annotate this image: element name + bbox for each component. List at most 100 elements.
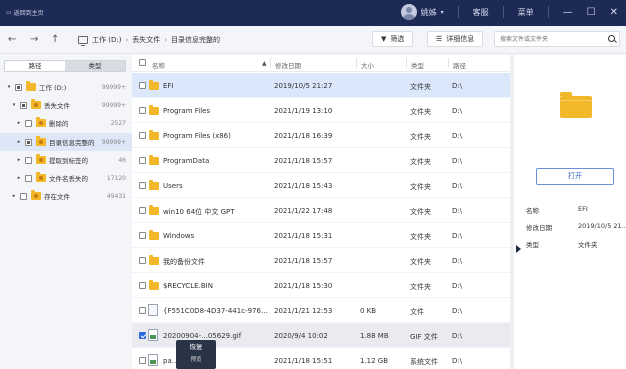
search-input[interactable] xyxy=(500,32,604,46)
tree-checkbox[interactable] xyxy=(20,101,27,109)
search-icon[interactable] xyxy=(608,35,615,42)
close-button[interactable]: ✕ xyxy=(610,7,618,18)
table-row[interactable]: Program Files (x86) 2021/1/18 16:39 文件夹 D:\ xyxy=(132,123,510,148)
table-row[interactable]: $RECYCLE.BIN 2021/1/18 15:30 文件夹 D:\ xyxy=(132,273,510,298)
expand-right-icon[interactable]: ▸ xyxy=(11,193,17,199)
tree-item[interactable]: ▸ 存在文件 49431 xyxy=(0,187,132,205)
column-path-header[interactable]: 路径 xyxy=(453,60,466,70)
maximize-button[interactable]: ☐ xyxy=(587,7,596,18)
up-arrow-icon[interactable]: ↑ xyxy=(51,34,59,45)
tree-item[interactable]: ▸ 提取到标签的 46 xyxy=(0,151,132,169)
file-date: 2019/10/5 21:27 xyxy=(274,82,333,90)
row-checkbox[interactable] xyxy=(139,157,146,164)
tree-checkbox[interactable] xyxy=(20,192,27,200)
user-account[interactable]: 姚姊 ▾ xyxy=(400,4,444,20)
tree-item[interactable]: ▾ 工作 (D:) 99999+ xyxy=(0,78,132,96)
row-checkbox[interactable] xyxy=(139,107,146,114)
tree-checkbox[interactable] xyxy=(15,83,22,91)
select-all-checkbox[interactable] xyxy=(139,59,146,66)
file-type: 文件夹 xyxy=(410,158,431,166)
menu-button[interactable]: 菜单 xyxy=(518,7,534,18)
row-checkbox[interactable] xyxy=(139,307,146,314)
customer-service-button[interactable]: 客服 xyxy=(473,7,489,18)
back-arrow-icon[interactable]: ← xyxy=(8,34,16,45)
file-type: 文件夹 xyxy=(410,83,431,91)
file-date: 2021/1/18 15:57 xyxy=(274,257,333,265)
folder-icon xyxy=(36,172,46,182)
table-row[interactable]: Program Files 2021/1/19 13:10 文件夹 D:\ xyxy=(132,98,510,123)
tree-item-count: 17120 xyxy=(106,174,126,182)
search-box[interactable] xyxy=(494,31,620,47)
open-button[interactable]: 打开 xyxy=(536,168,614,185)
row-checkbox[interactable] xyxy=(139,232,146,239)
tree-checkbox[interactable] xyxy=(25,174,32,182)
row-checkbox[interactable] xyxy=(139,132,146,139)
tree-item-label: 存在文件 xyxy=(44,193,70,201)
collapse-panel-icon[interactable] xyxy=(516,245,521,253)
tree-item-count: 99999+ xyxy=(101,138,126,146)
forward-arrow-icon[interactable]: → xyxy=(30,34,38,45)
file-date: 2021/1/18 15:31 xyxy=(274,232,333,240)
tree-item[interactable]: ▸ 文件名丢失的 17120 xyxy=(0,169,132,187)
tree-item[interactable]: ▾ 丢失文件 99999+ xyxy=(0,96,132,114)
file-type: 文件夹 xyxy=(410,108,431,116)
table-row[interactable]: win10 64位 中文 GPT 2021/1/22 17:48 文件夹 D:\ xyxy=(132,198,510,223)
details-label: 详细信息 xyxy=(446,35,475,43)
tree-item[interactable]: ▸ 目录信息完整的 99999+ xyxy=(0,133,132,151)
expand-right-icon[interactable]: ▸ xyxy=(16,120,22,126)
row-checkbox[interactable] xyxy=(139,332,146,339)
folder-icon xyxy=(149,80,159,90)
tree-item-count: 99999+ xyxy=(101,83,126,91)
column-type-header[interactable]: 类型 xyxy=(411,60,424,70)
filter-button[interactable]: ▼ 筛选 xyxy=(372,31,414,47)
row-checkbox[interactable] xyxy=(139,257,146,264)
table-row[interactable]: 我的备份文件 2021/1/18 15:57 文件夹 D:\ xyxy=(132,248,510,273)
details-button[interactable]: ☰ 详细信息 xyxy=(427,31,484,47)
tree-item[interactable]: ▸ 删除的 2527 xyxy=(0,114,132,132)
column-date-header[interactable]: 修改日期 xyxy=(275,60,301,70)
table-row[interactable]: Users 2021/1/18 15:43 文件夹 D:\ xyxy=(132,173,510,198)
row-checkbox[interactable] xyxy=(139,82,146,89)
details-panel: 打开 名称 EFI 修改日期 2019/10/5 21... 类型 文件夹 xyxy=(513,55,626,369)
back-to-home-link[interactable]: ▭ 返回到主页 xyxy=(6,8,44,17)
table-row[interactable]: EFI 2019/10/5 21:27 文件夹 D:\ xyxy=(132,73,510,98)
toolbar: ← → ↑ 工作 (D:) › 丢失文件 › 目录信息完整的 ▼ 筛选 ☰ 详细… xyxy=(0,26,626,54)
column-name-header[interactable]: 名称 xyxy=(152,60,165,70)
file-name: Windows xyxy=(163,232,195,240)
tree-checkbox[interactable] xyxy=(25,138,32,146)
file-path: D:\ xyxy=(452,82,463,90)
file-list-header: 名称 修改日期 ▲ 大小 类型 路径 xyxy=(132,55,510,72)
row-checkbox[interactable] xyxy=(139,207,146,214)
filter-label: 筛选 xyxy=(390,35,405,43)
title-bar: ▭ 返回到主页 姚姊 ▾ 客服 菜单 — ☐ ✕ xyxy=(0,0,626,26)
expand-down-icon[interactable]: ▾ xyxy=(11,102,17,108)
tree-checkbox[interactable] xyxy=(25,156,32,164)
breadcrumb-item-drive[interactable]: 工作 (D:) xyxy=(92,35,121,45)
breadcrumb-item-lost-files[interactable]: 丢失文件 xyxy=(132,35,160,45)
breadcrumb-item-complete-dir[interactable]: 目录信息完整的 xyxy=(171,35,220,45)
file-name: ProgramData xyxy=(163,157,210,165)
file-date: 2021/1/18 16:39 xyxy=(274,132,333,140)
file-type: 文件 xyxy=(410,308,424,316)
table-row[interactable]: Windows 2021/1/18 15:31 文件夹 D:\ xyxy=(132,223,510,248)
expand-right-icon[interactable]: ▸ xyxy=(16,175,22,181)
file-date: 2021/1/18 15:30 xyxy=(274,282,333,290)
tab-type[interactable]: 类型 xyxy=(65,61,125,71)
tab-path[interactable]: 路径 xyxy=(5,61,65,71)
expand-right-icon[interactable]: ▸ xyxy=(16,157,22,163)
column-size-header[interactable]: 大小 xyxy=(361,60,374,70)
table-row[interactable]: {F551C0D8-4D37-441c-976E-... 2021/1/21 12… xyxy=(132,298,510,323)
minimize-button[interactable]: — xyxy=(563,7,573,18)
recover-menu-item[interactable]: 恢复 xyxy=(176,340,216,354)
expand-right-icon[interactable]: ▸ xyxy=(16,139,22,145)
file-name: EFI xyxy=(163,82,174,90)
preview-menu-item[interactable]: 预览 xyxy=(176,354,216,366)
file-name: 我的备份文件 xyxy=(163,258,205,266)
table-row[interactable]: ProgramData 2021/1/18 15:57 文件夹 D:\ xyxy=(132,148,510,173)
row-checkbox[interactable] xyxy=(139,282,146,289)
expand-down-icon[interactable]: ▾ xyxy=(6,84,12,90)
row-checkbox[interactable] xyxy=(139,357,146,364)
row-checkbox[interactable] xyxy=(139,182,146,189)
tree-checkbox[interactable] xyxy=(25,119,32,127)
file-date: 2021/1/22 17:48 xyxy=(274,207,333,215)
